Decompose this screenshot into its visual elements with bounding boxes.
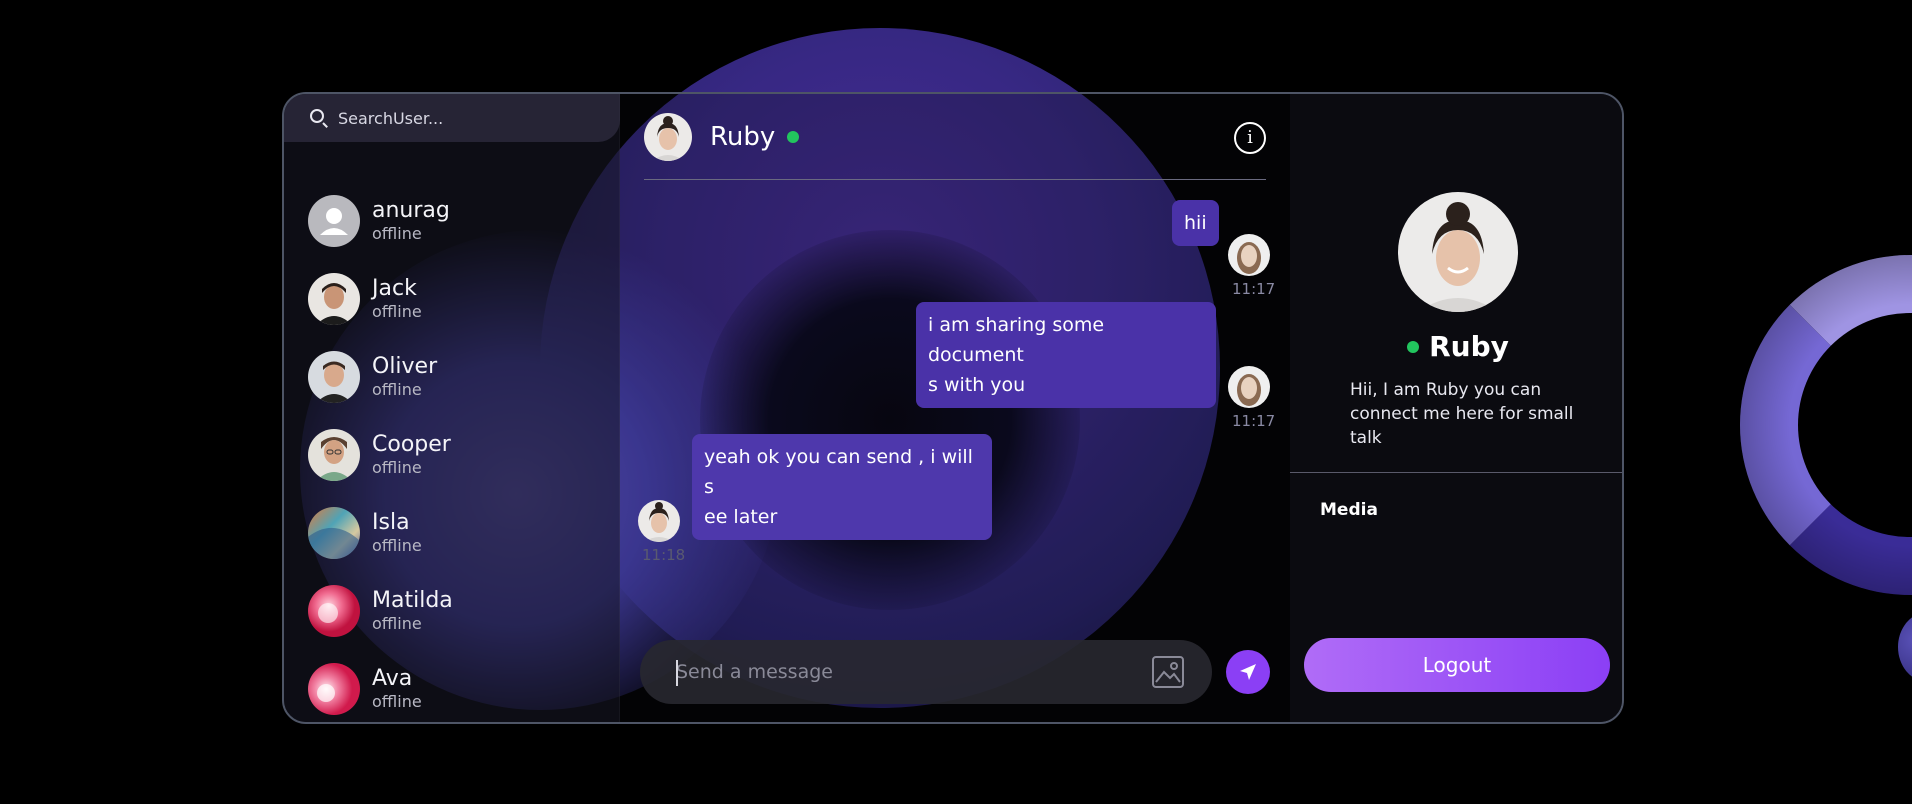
- image-icon[interactable]: [1152, 656, 1184, 688]
- text-caret: [676, 660, 678, 686]
- search-input[interactable]: [338, 108, 598, 128]
- chat-panel: Ruby i hii 11:17 i am sharing some docum…: [620, 94, 1290, 722]
- message-time: 11:18: [642, 546, 686, 564]
- divider: [1290, 472, 1622, 473]
- background-ring-shade: [1740, 255, 1912, 595]
- contact-avatar[interactable]: [644, 112, 692, 161]
- user-list: anurag offline Jack offline Oliver offli…: [308, 182, 453, 722]
- contact-name: Ruby: [710, 121, 776, 152]
- online-indicator: [787, 130, 800, 143]
- message-time: 11:17: [1232, 280, 1276, 298]
- message-avatar: [638, 500, 680, 542]
- send-button[interactable]: [1226, 650, 1270, 694]
- background-bubble: [1898, 612, 1912, 682]
- user-status: offline: [372, 458, 422, 477]
- online-indicator: [1407, 340, 1420, 353]
- user-item-jack[interactable]: Jack offline: [308, 260, 453, 338]
- profile-bio: Hii, I am Ruby you can connect me here f…: [1350, 380, 1574, 448]
- avatar: [308, 195, 360, 247]
- user-name: Matilda: [372, 588, 453, 613]
- user-name: Ava: [372, 666, 413, 691]
- avatar: [308, 273, 360, 325]
- profile-name-row: Ruby: [1290, 330, 1622, 363]
- user-status: offline: [372, 692, 422, 711]
- user-item-isla[interactable]: Isla offline: [308, 494, 453, 572]
- logout-button[interactable]: Logout: [1304, 638, 1610, 692]
- user-item-matilda[interactable]: Matilda offline: [308, 572, 453, 650]
- message-bubble: i am sharing some document s with you: [916, 302, 1216, 408]
- message-avatar: [1228, 234, 1270, 276]
- user-status: offline: [372, 302, 422, 321]
- message-avatar: [1228, 366, 1270, 408]
- user-item-oliver[interactable]: Oliver offline: [308, 338, 453, 416]
- message-input-bar: [640, 640, 1212, 704]
- message-time: 11:17: [1232, 412, 1276, 430]
- info-icon[interactable]: i: [1234, 122, 1266, 154]
- user-status: offline: [372, 536, 422, 555]
- message-bubble: hii: [1172, 200, 1219, 246]
- user-item-anurag[interactable]: anurag offline: [308, 182, 453, 260]
- user-status: offline: [372, 224, 422, 243]
- user-name: Cooper: [372, 432, 451, 457]
- search-icon[interactable]: [308, 107, 330, 129]
- profile-avatar: [1398, 192, 1518, 312]
- user-item-ava[interactable]: Ava offline: [308, 650, 453, 722]
- user-status: offline: [372, 614, 422, 633]
- user-name: Oliver: [372, 354, 438, 379]
- chat-window: anurag offline Jack offline: [282, 92, 1624, 724]
- profile-panel: Ruby Hii, I am Ruby you can connect me h…: [1290, 94, 1622, 722]
- user-status: offline: [372, 380, 422, 399]
- avatar: [308, 585, 360, 637]
- user-sidebar: anurag offline Jack offline: [284, 94, 620, 722]
- chat-header: Ruby i: [644, 94, 1266, 180]
- user-name: Isla: [372, 510, 410, 535]
- user-item-cooper[interactable]: Cooper offline: [308, 416, 453, 494]
- send-icon: [1240, 664, 1256, 680]
- avatar: [308, 351, 360, 403]
- profile-name: Ruby: [1429, 330, 1509, 363]
- user-name: Jack: [372, 276, 417, 301]
- media-heading: Media: [1320, 500, 1378, 520]
- app-stage: anurag offline Jack offline: [0, 0, 1912, 804]
- avatar: [308, 507, 360, 559]
- message-bubble: yeah ok you can send , i will s ee later: [692, 434, 992, 540]
- message-input[interactable]: [676, 661, 1116, 683]
- avatar: [308, 663, 360, 715]
- avatar: [308, 429, 360, 481]
- search-bar[interactable]: [284, 94, 620, 142]
- user-name: anurag: [372, 198, 450, 223]
